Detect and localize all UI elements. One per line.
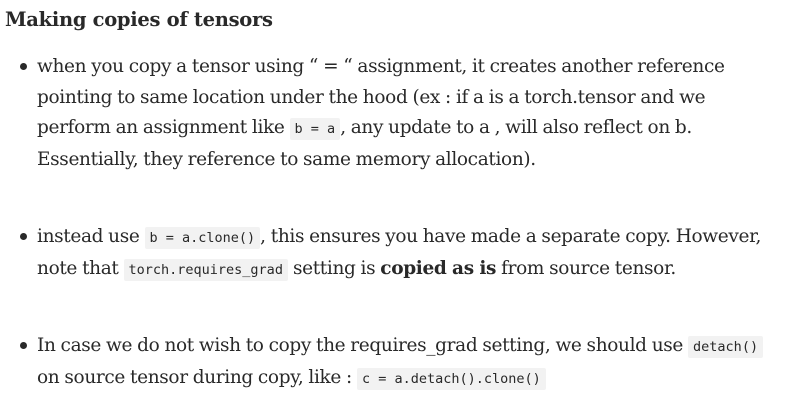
inline-code: b = a: [289, 118, 341, 140]
item-text: instead use: [37, 226, 140, 247]
bold-text: copied as is: [380, 257, 497, 279]
section-title: Making copies of tensors: [5, 8, 273, 31]
item-text: setting is: [292, 257, 376, 279]
bullet-dot-icon: [20, 342, 27, 349]
bullet-dot-icon: [20, 233, 27, 240]
item-text: from source tensor.: [501, 257, 676, 279]
inline-code: torch.requires_grad: [123, 258, 288, 281]
list-item: when you copy a tensor using “ = “ assig…: [20, 52, 777, 175]
list-item: In case we do not wish to copy the requi…: [20, 331, 777, 394]
item-text: on source tensor during copy, like :: [37, 366, 352, 388]
bullet-dot-icon: [20, 63, 27, 70]
inline-code: b = a.clone(): [144, 227, 261, 249]
document: Making copies of tensors when you copy a…: [0, 0, 788, 412]
inline-code: c = a.detach().clone(): [356, 367, 546, 390]
inline-code: detach(): [688, 336, 764, 358]
item-text: In case we do not wish to copy the requi…: [37, 335, 684, 356]
list-item: instead use b = a.clone(), this ensures …: [20, 222, 777, 285]
